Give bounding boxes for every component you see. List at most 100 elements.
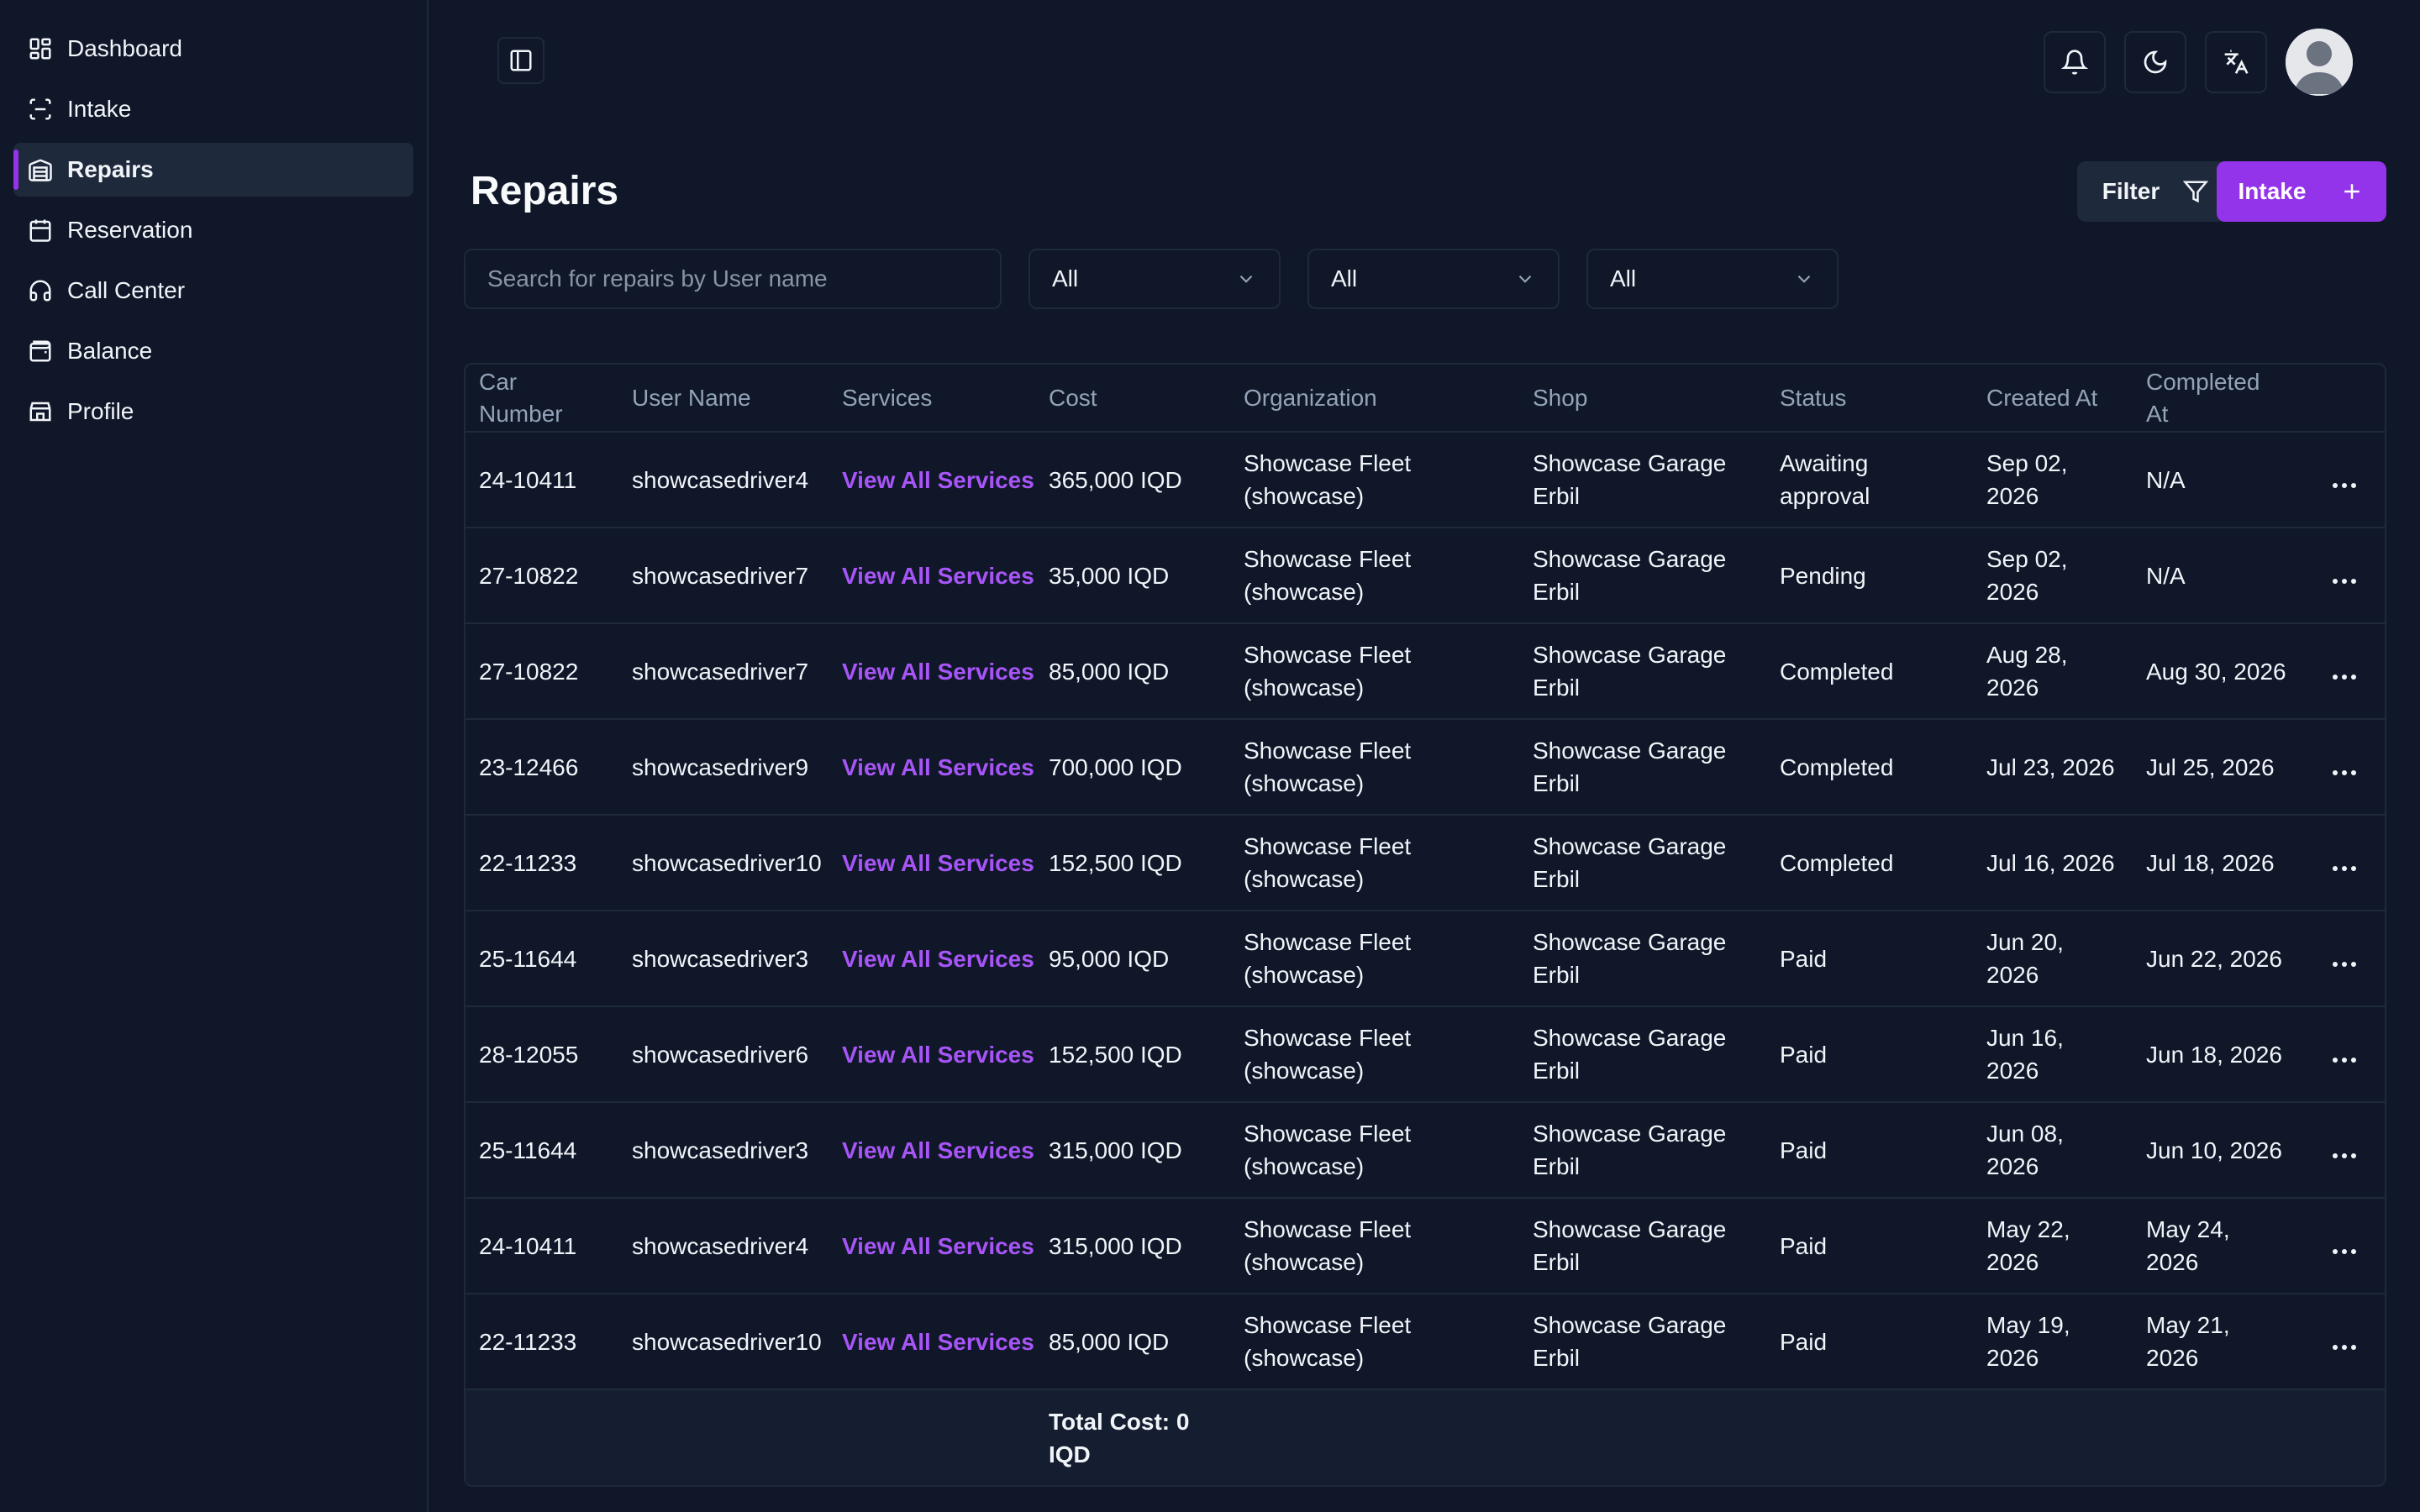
language-button[interactable] <box>2205 31 2267 93</box>
ellipsis-icon <box>2333 865 2356 871</box>
cell-user: showcasedriver7 <box>618 623 829 720</box>
search-input[interactable] <box>464 249 1002 309</box>
cell-completed: N/A <box>2133 528 2301 624</box>
table-row: 22-11233 showcasedriver10 View All Service… <box>466 815 2385 911</box>
ellipsis-icon <box>2333 578 2356 584</box>
column-header: Services <box>829 365 1035 433</box>
filters-bar: All All All <box>464 249 1839 309</box>
cell-status: Awaiting approval <box>1766 432 1973 528</box>
repairs-table: Car Number User Name Services Cost Organ… <box>464 363 2386 1487</box>
total-cost: Total Cost: 0 IQD <box>1035 1389 1230 1485</box>
view-all-services-link[interactable]: View All Services <box>829 1198 1035 1294</box>
ellipsis-icon <box>2333 961 2356 967</box>
cell-shop: Showcase Garage Erbil <box>1519 528 1766 624</box>
cell-shop: Showcase Garage Erbil <box>1519 432 1766 528</box>
view-all-services-link[interactable]: View All Services <box>829 1294 1035 1390</box>
filter-select-3[interactable]: All <box>1586 249 1839 309</box>
view-all-services-link[interactable]: View All Services <box>829 528 1035 624</box>
view-all-services-link[interactable]: View All Services <box>829 623 1035 720</box>
ellipsis-icon <box>2333 482 2356 488</box>
view-all-services-link[interactable]: View All Services <box>829 1006 1035 1103</box>
cell-car: 22-11233 <box>466 815 618 911</box>
row-actions-button[interactable] <box>2301 1102 2385 1199</box>
cell-cost: 315,000 IQD <box>1035 1198 1230 1294</box>
sidebar-item-intake[interactable]: Intake <box>13 82 413 136</box>
sidebar-toggle-button[interactable] <box>497 37 544 84</box>
row-actions-button[interactable] <box>2301 528 2385 624</box>
sidebar-item-balance[interactable]: Balance <box>13 324 413 378</box>
filter-button-label: Filter <box>2102 178 2160 204</box>
cell-completed: N/A <box>2133 432 2301 528</box>
sidebar-item-dashboard[interactable]: Dashboard <box>13 22 413 76</box>
row-actions-button[interactable] <box>2301 1006 2385 1103</box>
plus-icon <box>2344 184 2360 199</box>
sidebar-item-label: Call Center <box>67 277 186 303</box>
cell-cost: 152,500 IQD <box>1035 1006 1230 1103</box>
cell-status: Paid <box>1766 1006 1973 1103</box>
cell-shop: Showcase Garage Erbil <box>1519 1294 1766 1390</box>
row-actions-button[interactable] <box>2301 1294 2385 1390</box>
row-actions-button[interactable] <box>2301 1198 2385 1294</box>
footer-cell <box>1766 1389 1973 1485</box>
cell-created: Sep 02, 2026 <box>1973 528 2133 624</box>
sidebar-item-reservation[interactable]: Reservation <box>13 203 413 257</box>
table-row: 23-12466 showcasedriver9 View All Services… <box>466 719 2385 816</box>
column-header: Cost <box>1035 365 1230 433</box>
intake-button[interactable]: Intake <box>2217 161 2386 222</box>
column-header: Completed At <box>2133 365 2301 433</box>
select-value: All <box>1610 265 1637 291</box>
cell-status: Paid <box>1766 1294 1973 1390</box>
topbar <box>464 0 2386 121</box>
view-all-services-link[interactable]: View All Services <box>829 1102 1035 1199</box>
cell-user: showcasedriver7 <box>618 528 829 624</box>
wallet-icon <box>27 338 54 365</box>
sidebar-item-profile[interactable]: Profile <box>13 385 413 438</box>
row-actions-button[interactable] <box>2301 623 2385 720</box>
filter-select-1[interactable]: All <box>1028 249 1281 309</box>
view-all-services-link[interactable]: View All Services <box>829 815 1035 911</box>
cell-completed: Jun 18, 2026 <box>2133 1006 2301 1103</box>
cell-user: showcasedriver4 <box>618 1198 829 1294</box>
cell-car: 27-10822 <box>466 623 618 720</box>
dashboard-icon <box>27 35 54 62</box>
table-row: 27-10822 showcasedriver7 View All Services… <box>466 623 2385 720</box>
cell-shop: Showcase Garage Erbil <box>1519 1102 1766 1199</box>
cell-user: showcasedriver10 <box>618 815 829 911</box>
intake-button-label: Intake <box>2238 178 2307 204</box>
sidebar-item-label: Repairs <box>67 156 154 182</box>
notifications-button[interactable] <box>2044 31 2106 93</box>
row-actions-button[interactable] <box>2301 911 2385 1007</box>
cell-org: Showcase Fleet (showcase) <box>1230 1198 1519 1294</box>
column-header-actions <box>2301 365 2385 433</box>
table-row: 25-11644 showcasedriver3 View All Services… <box>466 1102 2385 1199</box>
view-all-services-link[interactable]: View All Services <box>829 432 1035 528</box>
cell-org: Showcase Fleet (showcase) <box>1230 432 1519 528</box>
sidebar-item-repairs[interactable]: Repairs <box>13 143 413 197</box>
cell-car: 27-10822 <box>466 528 618 624</box>
filter-select-2[interactable]: All <box>1307 249 1560 309</box>
sidebar-item-label: Balance <box>67 338 153 364</box>
chevron-down-icon <box>1518 275 1532 283</box>
cell-car: 22-11233 <box>466 1294 618 1390</box>
sidebar-item-call-center[interactable]: Call Center <box>13 264 413 318</box>
cell-created: May 19, 2026 <box>1973 1294 2133 1390</box>
view-all-services-link[interactable]: View All Services <box>829 911 1035 1007</box>
theme-toggle-button[interactable] <box>2124 31 2186 93</box>
calendar-icon <box>27 217 54 244</box>
cell-user: showcasedriver4 <box>618 432 829 528</box>
row-actions-button[interactable] <box>2301 719 2385 816</box>
column-header: Status <box>1766 365 1973 433</box>
cell-created: Jun 20, 2026 <box>1973 911 2133 1007</box>
cell-status: Completed <box>1766 623 1973 720</box>
view-all-services-link[interactable]: View All Services <box>829 719 1035 816</box>
filter-button[interactable]: Filter <box>2077 161 2233 222</box>
avatar[interactable] <box>2286 29 2353 96</box>
column-header: Shop <box>1519 365 1766 433</box>
cell-org: Showcase Fleet (showcase) <box>1230 1006 1519 1103</box>
filter-icon <box>2183 181 2209 203</box>
sidebar-item-label: Profile <box>67 398 134 424</box>
row-actions-button[interactable] <box>2301 815 2385 911</box>
ellipsis-icon <box>2333 674 2356 680</box>
cell-org: Showcase Fleet (showcase) <box>1230 911 1519 1007</box>
row-actions-button[interactable] <box>2301 432 2385 528</box>
